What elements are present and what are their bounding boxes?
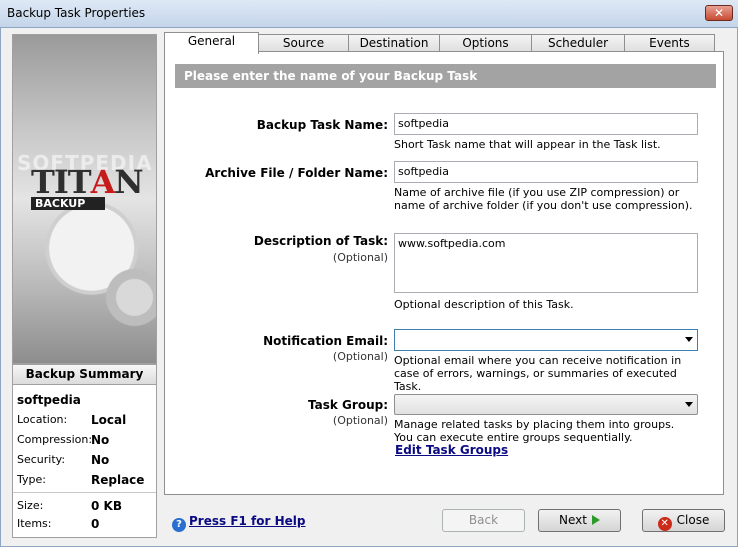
summary-row: Type: Replace [17, 473, 145, 487]
arrow-right-icon [591, 515, 600, 525]
summary-row: Security: No [17, 453, 110, 467]
close-label: Close [676, 513, 710, 527]
task-group-combo[interactable] [394, 394, 698, 415]
task-name-label: Backup Task Name: [256, 118, 388, 132]
sidebar-logo-image: SOFTPEDIA TITAN BACKUP [12, 34, 157, 364]
task-group-optional: (Optional) [332, 414, 388, 427]
window-title: Backup Task Properties [7, 6, 146, 20]
edit-task-groups-link[interactable]: Edit Task Groups [395, 443, 508, 457]
panel-banner: Please enter the name of your Backup Tas… [175, 64, 716, 88]
title-bar: Backup Task Properties ✕ [0, 0, 738, 28]
close-icon: ✕ [657, 517, 672, 531]
window-close-button[interactable]: ✕ [705, 5, 733, 21]
summary-row: Location: Local [17, 413, 127, 427]
email-combo[interactable] [394, 329, 698, 351]
close-button[interactable]: ✕ Close [642, 509, 725, 532]
archive-name-help: Name of archive file (if you use ZIP com… [394, 186, 693, 212]
next-button[interactable]: Next [538, 509, 621, 532]
task-name-help: Short Task name that will appear in the … [394, 138, 661, 151]
back-button[interactable]: Back [442, 509, 525, 532]
help-icon: ? [172, 518, 186, 532]
help-link-text[interactable]: Press F1 for Help [189, 514, 305, 528]
email-label: Notification Email: [263, 334, 388, 348]
summary-row: Compression: No [17, 433, 110, 447]
description-optional: (Optional) [332, 251, 388, 264]
general-panel: Please enter the name of your Backup Tas… [164, 51, 724, 495]
archive-name-input[interactable]: softpedia [394, 161, 698, 183]
description-label: Description of Task: [253, 234, 388, 248]
logo-titan: TITAN [31, 163, 144, 201]
next-label: Next [559, 513, 587, 527]
summary-header: Backup Summary [13, 365, 156, 385]
titan-backup-logo: TITAN BACKUP [31, 163, 144, 210]
email-help: Optional email where you can receive not… [394, 354, 682, 393]
tab-strip: General Source Destination Options Sched… [164, 32, 724, 54]
summary-task-name: softpedia [17, 393, 81, 407]
backup-summary-panel: Backup Summary softpedia Location: Local … [12, 364, 157, 538]
help-link[interactable]: ? Press F1 for Help [172, 514, 305, 532]
tab-general[interactable]: General [164, 32, 259, 54]
task-group-help: Manage related tasks by placing them int… [394, 418, 675, 444]
description-textarea[interactable]: www.softpedia.com [394, 233, 698, 293]
summary-row: Size: 0 KB [17, 499, 122, 513]
chevron-down-icon[interactable] [685, 337, 693, 342]
summary-divider [13, 492, 156, 493]
summary-row: Items: 0 [17, 517, 100, 531]
email-optional: (Optional) [332, 350, 388, 363]
task-group-label: Task Group: [308, 398, 388, 412]
task-name-input[interactable]: softpedia [394, 113, 698, 135]
description-help: Optional description of this Task. [394, 298, 574, 311]
archive-name-label: Archive File / Folder Name: [205, 166, 388, 180]
chevron-down-icon[interactable] [685, 402, 693, 407]
